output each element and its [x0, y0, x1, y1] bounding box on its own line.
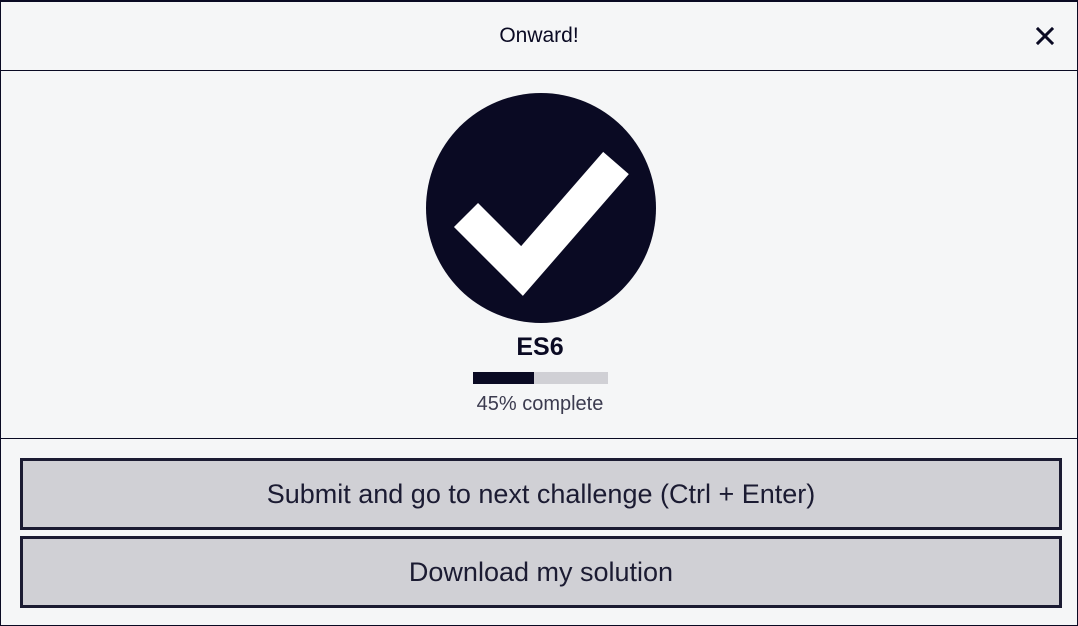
progress-bar-fill	[473, 372, 534, 384]
modal-body: ES6 45% complete	[1, 71, 1077, 439]
modal-header: Onward!	[1, 2, 1077, 71]
completion-modal: Onward! ES6 45% complete Submit and go t…	[0, 0, 1078, 626]
close-icon	[1036, 27, 1054, 45]
checkmark-circle-icon	[426, 93, 656, 323]
progress-text: 45% complete	[476, 393, 604, 415]
submit-next-challenge-button[interactable]: Submit and go to next challenge (Ctrl + …	[20, 458, 1062, 530]
certification-name: ES6	[516, 333, 564, 361]
modal-footer: Submit and go to next challenge (Ctrl + …	[1, 440, 1077, 626]
close-button[interactable]	[1033, 24, 1057, 48]
download-solution-button[interactable]: Download my solution	[20, 536, 1062, 608]
progress-bar	[473, 372, 608, 384]
modal-title: Onward!	[499, 24, 579, 47]
